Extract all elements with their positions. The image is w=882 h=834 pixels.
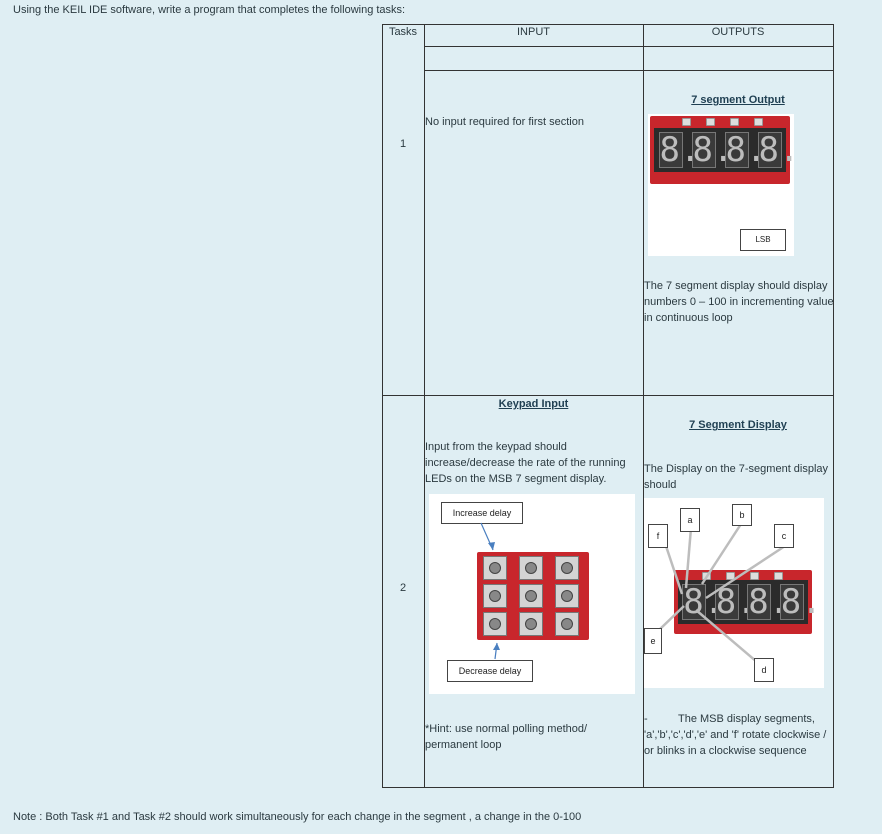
segment-label-d: d [754, 658, 774, 682]
segment-label-e: e [644, 628, 662, 654]
header-outputs: OUTPUTS [711, 26, 765, 38]
segment-label-a: a [680, 508, 700, 532]
task2-input-title: Keypad Input [498, 398, 569, 410]
pcb-board: 8. 8. 8. 8. [650, 116, 800, 184]
task1-output-title: 7 segment Output [691, 94, 785, 106]
table-border-bottom [382, 787, 834, 788]
keypad-figure: Increase delay Decrease delay [429, 494, 635, 694]
intro-text: Using the KEIL IDE software, write a pro… [13, 4, 406, 16]
lsb-label: LSB [740, 229, 786, 251]
segment-label-b: b [732, 504, 752, 526]
header-tasks: Tasks [388, 26, 418, 38]
digit-2: 8. [691, 130, 734, 170]
seven-segment-figure: 8. 8. 8. 8. LSB [648, 114, 800, 256]
digit-3: 8. [724, 130, 767, 170]
header-divider-2 [424, 70, 834, 71]
task1-input-text: No input required for first section [425, 116, 584, 128]
keypad-arrows [480, 522, 500, 660]
table-border-right [833, 24, 834, 788]
task-number-2: 2 [399, 582, 407, 594]
task2-input-text: Input from the keypad should increase/de… [425, 441, 626, 485]
task-number-1: 1 [399, 138, 407, 150]
header-divider [424, 46, 834, 47]
header-input: INPUT [517, 26, 550, 38]
note-text: Note : Both Task #1 and Task #2 should w… [13, 811, 582, 823]
task2-output-desc: The MSB display segments, 'a','b','c','d… [644, 713, 827, 757]
segment-label-c: c [774, 524, 794, 548]
task2-hint: *Hint: use normal polling method/ perman… [425, 723, 588, 751]
digit-1: 8. [658, 130, 701, 170]
segment-pointer-lines [658, 523, 786, 669]
segment-label-f: f [648, 524, 668, 548]
tasks-table: Tasks INPUT OUTPUTS 1 No input required … [382, 24, 834, 788]
digit-4: 8. [757, 130, 800, 170]
segment-diagram-figure: 8. 8. 8. 8. a b c d e f [644, 498, 824, 688]
task2-output-title: 7 Segment Display [689, 419, 787, 431]
task2-output-text: The Display on the 7-segment display sho… [644, 463, 829, 491]
task1-output-text: The 7 segment display should display num… [644, 280, 834, 324]
seven-segment-display: 8. 8. 8. 8. [654, 128, 800, 172]
row-divider [382, 395, 834, 396]
